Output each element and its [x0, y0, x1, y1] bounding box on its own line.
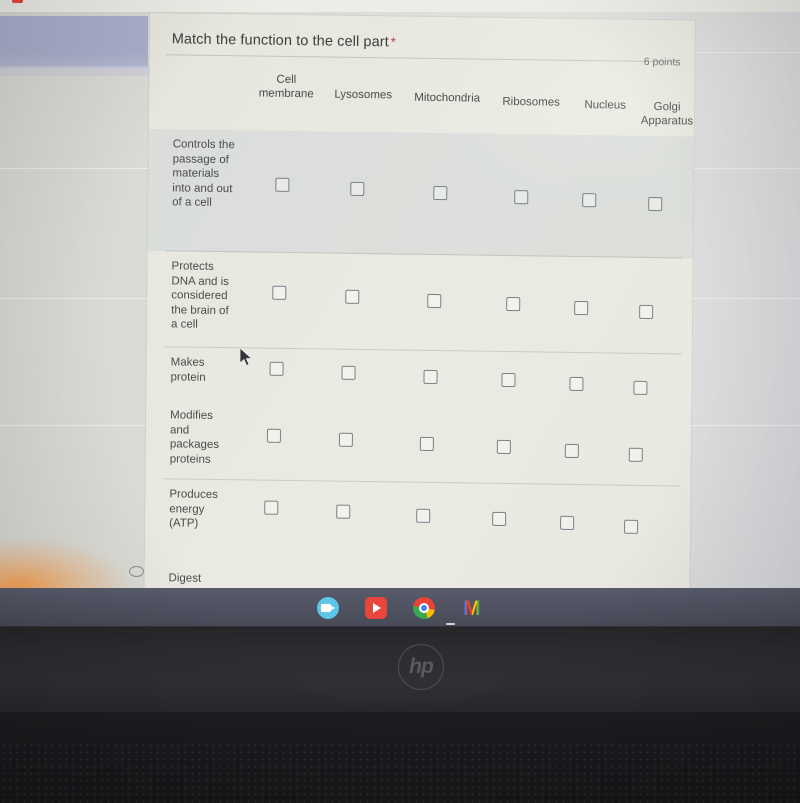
column-header-nucleus: Nucleus — [584, 99, 626, 112]
checkbox-r4-golgi[interactable] — [628, 447, 643, 462]
speaker-grille — [0, 742, 800, 803]
google-meet-icon[interactable] — [317, 597, 339, 619]
bookmarks-bar: YouTube — [0, 0, 800, 12]
checkbox-r3-ribosomes[interactable] — [501, 372, 516, 388]
table-row: Protects DNA and is considered the brain… — [147, 251, 693, 355]
gmail-icon[interactable]: M — [461, 597, 483, 619]
checkbox-r1-mitochondria[interactable] — [433, 185, 448, 201]
table-row: Controls the passage of materials into a… — [147, 128, 694, 259]
checkbox-r5-golgi[interactable] — [624, 519, 639, 534]
checkbox-r2-nucleus[interactable] — [574, 300, 589, 316]
column-header-golgi-apparatus: Golgi Apparatus — [640, 101, 694, 128]
checkbox-r1-golgi[interactable] — [648, 196, 663, 212]
column-header-cell-membrane: Cell membrane — [258, 73, 314, 101]
checkbox-r5-mitochondria[interactable] — [416, 508, 431, 523]
checkbox-r2-mitochondria[interactable] — [427, 293, 442, 309]
checkbox-r2-lysosomes[interactable] — [345, 289, 360, 304]
row-label-protects-dna: Protects DNA and is considered the brain… — [170, 260, 230, 332]
checkbox-r2-ribosomes[interactable] — [506, 296, 521, 312]
matrix-grid: Cell membrane Lysosomes Mitochondria Rib… — [145, 71, 695, 553]
row-label-produces-energy: Produces energy (ATP) — [169, 488, 219, 530]
checkbox-r1-lysosomes[interactable] — [350, 181, 365, 197]
youtube-icon[interactable] — [365, 597, 387, 619]
question-title-text: Match the function to the cell part — [171, 31, 389, 51]
title-divider — [165, 54, 678, 63]
row-label-digest-partial: Digest — [168, 572, 202, 585]
table-row: Makes protein — [146, 347, 691, 408]
checkbox-r5-ribosomes[interactable] — [492, 511, 507, 527]
checkbox-r1-cell-membrane[interactable] — [275, 177, 290, 192]
hp-logo: hp — [398, 644, 444, 690]
checkbox-r3-mitochondria[interactable] — [423, 369, 438, 385]
column-header-ribosomes: Ribosomes — [502, 95, 560, 109]
checkbox-r3-golgi[interactable] — [633, 380, 648, 395]
checkbox-r4-cell-membrane[interactable] — [266, 428, 282, 443]
checkbox-r5-lysosomes[interactable] — [336, 504, 351, 519]
points-label: 6 points — [643, 55, 681, 69]
checkbox-r5-nucleus[interactable] — [560, 515, 575, 530]
chromeos-shelf: M — [0, 588, 800, 628]
laptop-screen: YouTube Match the function to the cell p… — [0, 0, 800, 590]
browser-chrome-block — [0, 16, 148, 68]
laptop-photo: YouTube Match the function to the cell p… — [0, 0, 800, 803]
checkbox-r3-cell-membrane[interactable] — [269, 361, 284, 376]
chrome-icon[interactable] — [413, 597, 435, 619]
required-asterisk: * — [390, 34, 397, 50]
matrix-column-headers: Cell membrane Lysosomes Mitochondria Rib… — [149, 71, 695, 137]
table-row: Produces energy (ATP) — [145, 479, 691, 553]
partial-radio-glyph — [129, 566, 144, 577]
column-header-lysosomes: Lysosomes — [334, 88, 393, 102]
lamp-reflection — [0, 538, 130, 590]
matrix-rows: Controls the passage of materials into a… — [145, 128, 694, 553]
checkbox-r2-cell-membrane[interactable] — [272, 285, 287, 300]
checkbox-r4-mitochondria[interactable] — [419, 436, 434, 452]
bookmark-label: YouTube — [27, 0, 70, 3]
active-app-indicator — [446, 623, 455, 625]
question-title: Match the function to the cell part * — [172, 31, 396, 50]
row-label-modifies-packages: Modifies and packages proteins — [169, 409, 220, 466]
checkbox-r3-lysosomes[interactable] — [341, 365, 356, 380]
column-header-mitochondria: Mitochondria — [414, 91, 481, 105]
youtube-icon — [12, 0, 23, 3]
bookmark-youtube[interactable]: YouTube — [12, 0, 70, 3]
mouse-cursor — [240, 348, 253, 367]
checkbox-r4-nucleus[interactable] — [564, 443, 579, 459]
row-label-makes-protein: Makes protein — [170, 356, 206, 384]
row-label-controls-passage: Controls the passage of materials into a… — [172, 138, 235, 210]
checkbox-r3-nucleus[interactable] — [569, 376, 584, 392]
checkbox-r4-lysosomes[interactable] — [338, 432, 353, 447]
checkbox-r4-ribosomes[interactable] — [496, 439, 511, 455]
table-row: Modifies and packages proteins — [146, 400, 692, 487]
checkbox-r5-cell-membrane[interactable] — [264, 500, 279, 515]
question-card: Match the function to the cell part * 6 p… — [144, 13, 695, 590]
checkbox-r1-ribosomes[interactable] — [514, 190, 529, 205]
checkbox-r2-golgi[interactable] — [639, 304, 654, 320]
checkbox-r1-nucleus[interactable] — [582, 193, 597, 208]
browser-chrome-block-lower — [0, 66, 150, 76]
